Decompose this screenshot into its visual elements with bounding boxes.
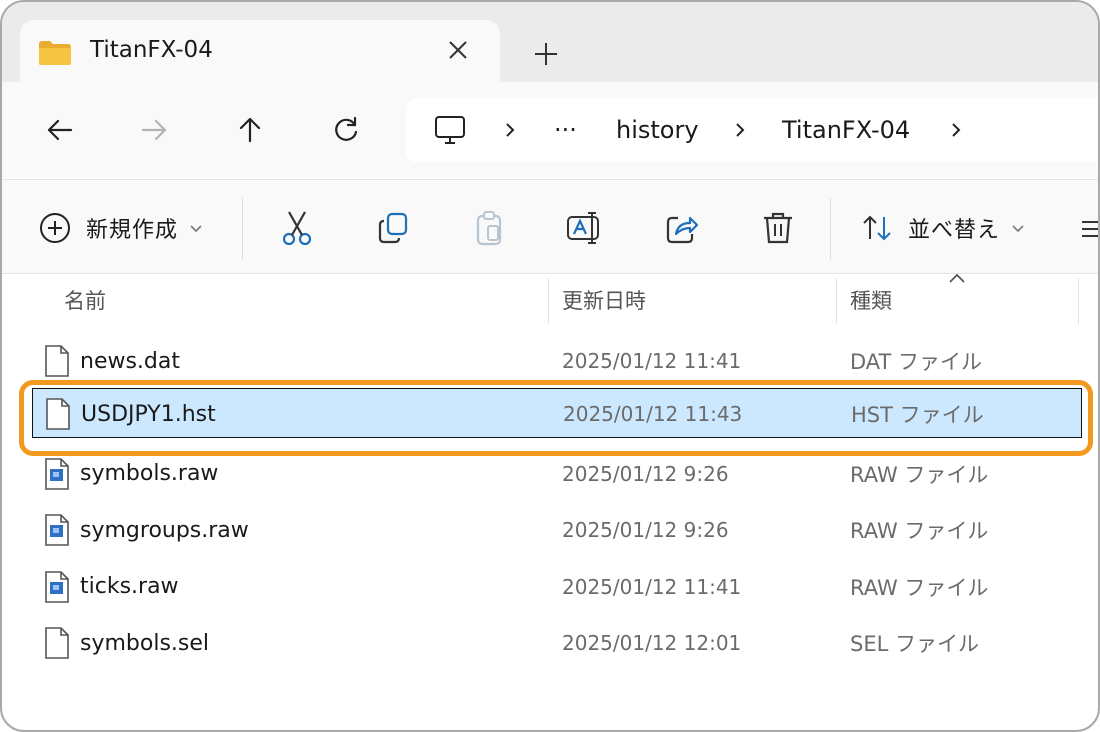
file-row[interactable]: symbols.raw 2025/01/12 9:26 RAW ファイル — [32, 449, 1082, 499]
document-icon — [46, 398, 70, 431]
paste-icon[interactable] — [470, 208, 508, 248]
chevron-right-icon[interactable] — [500, 120, 520, 140]
refresh-icon[interactable] — [324, 108, 368, 152]
chevron-right-icon[interactable] — [730, 120, 750, 140]
file-row[interactable]: symbols.sel 2025/01/12 12:01 SEL ファイル — [32, 618, 1082, 668]
file-name: ticks.raw — [80, 574, 179, 600]
file-modified: 2025/01/12 11:43 — [563, 402, 743, 427]
tab-titanfx-04[interactable]: TitanFX-04 — [20, 20, 500, 84]
raw-file-icon — [45, 570, 69, 603]
sort-button-label: 並べ替え — [908, 218, 1001, 243]
file-name: symgroups.raw — [80, 517, 249, 543]
close-icon[interactable] — [442, 34, 474, 66]
file-type: DAT ファイル — [850, 350, 983, 374]
column-header-type[interactable]: 種類 — [850, 274, 892, 326]
sort-button[interactable]: 並べ替え — [860, 208, 1026, 248]
divider — [830, 198, 831, 260]
rename-icon[interactable] — [564, 208, 604, 248]
file-row[interactable]: symgroups.raw 2025/01/12 9:26 RAW ファイル — [32, 505, 1082, 555]
up-arrow-icon[interactable] — [228, 108, 272, 152]
document-icon — [45, 345, 69, 377]
file-modified: 2025/01/12 11:41 — [562, 574, 742, 599]
trash-icon[interactable] — [758, 208, 798, 248]
file-explorer-window: TitanFX-04 ··· history TitanFX-04 新規作成 並… — [0, 0, 1100, 732]
column-divider[interactable] — [548, 278, 549, 324]
file-type: RAW ファイル — [850, 575, 989, 600]
new-button-label: 新規作成 — [86, 218, 179, 243]
file-type: HST ファイル — [851, 403, 984, 428]
file-name: USDJPY1.hst — [81, 401, 216, 427]
file-type: SEL ファイル — [850, 632, 979, 656]
this-pc-icon[interactable] — [432, 112, 468, 148]
sort-icon — [863, 215, 891, 241]
raw-file-icon — [45, 457, 69, 490]
chevron-down-icon — [190, 225, 202, 233]
tab-title: TitanFX-04 — [90, 37, 213, 63]
divider — [2, 273, 1098, 274]
navigation-bar: ··· history TitanFX-04 — [2, 82, 1098, 178]
file-name: symbols.raw — [80, 461, 219, 487]
file-modified: 2025/01/12 9:26 — [562, 518, 729, 543]
address-bar[interactable]: ··· history TitanFX-04 — [406, 98, 1098, 162]
file-modified: 2025/01/12 12:01 — [562, 631, 742, 655]
forward-arrow-icon[interactable] — [132, 108, 176, 152]
breadcrumb-titanfx-04[interactable]: TitanFX-04 — [782, 98, 910, 162]
file-modified: 2025/01/12 9:26 — [562, 461, 729, 486]
file-name: symbols.sel — [80, 630, 210, 656]
breadcrumb-history[interactable]: history — [616, 98, 699, 162]
raw-file-icon — [45, 514, 69, 546]
column-divider[interactable] — [1078, 278, 1079, 324]
file-row[interactable]: USDJPY1.hst 2025/01/12 11:43 HST ファイル — [32, 388, 1082, 439]
column-header-modified[interactable]: 更新日時 — [562, 274, 646, 326]
command-bar: 新規作成 並べ替え — [2, 180, 1100, 274]
plus-circle-icon — [40, 213, 70, 243]
chevron-down-icon — [1012, 225, 1024, 233]
folder-icon — [39, 41, 71, 65]
share-icon[interactable] — [662, 208, 702, 248]
divider — [242, 198, 243, 260]
tab-strip: TitanFX-04 — [2, 2, 1098, 84]
file-row[interactable]: news.dat 2025/01/12 11:41 DAT ファイル — [32, 336, 1082, 386]
chevron-right-icon[interactable] — [946, 120, 966, 140]
breadcrumb-ellipsis[interactable]: ··· — [554, 98, 577, 162]
file-row[interactable]: ticks.raw 2025/01/12 11:41 RAW ファイル — [32, 562, 1082, 612]
file-type: RAW ファイル — [850, 462, 989, 487]
document-icon — [45, 627, 69, 659]
column-header-name[interactable]: 名前 — [64, 274, 106, 326]
file-type: RAW ファイル — [850, 519, 989, 544]
sort-ascending-icon — [949, 273, 965, 283]
column-divider[interactable] — [836, 278, 837, 324]
file-modified: 2025/01/12 11:41 — [562, 349, 742, 373]
new-button[interactable]: 新規作成 — [38, 208, 204, 248]
view-menu-icon[interactable] — [1080, 218, 1100, 240]
cut-icon[interactable] — [278, 208, 316, 248]
copy-icon[interactable] — [374, 208, 412, 248]
file-name: news.dat — [80, 348, 180, 374]
back-arrow-icon[interactable] — [38, 108, 82, 152]
new-tab-icon[interactable] — [528, 36, 564, 72]
